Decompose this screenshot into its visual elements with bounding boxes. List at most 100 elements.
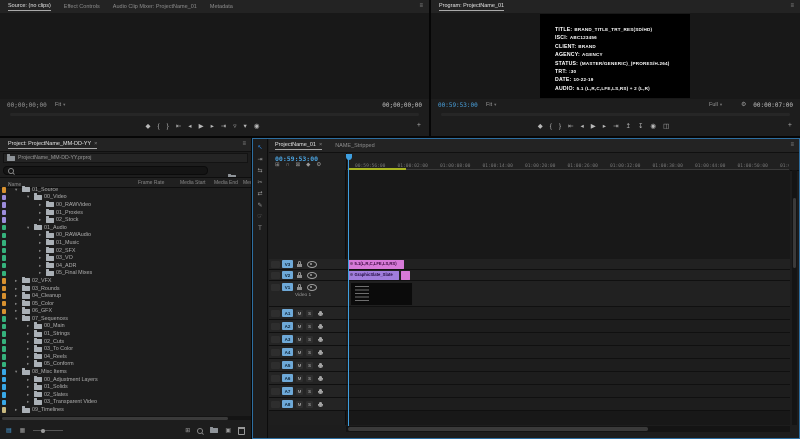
audio-track-header[interactable]: A2 M S	[269, 320, 346, 333]
automate-to-sequence-button[interactable]: ⊞	[185, 427, 190, 434]
project-hscrollbar[interactable]	[0, 416, 251, 420]
track-target[interactable]: A7	[282, 387, 293, 395]
bin-row[interactable]: ▾ 08_Misc Items	[0, 368, 251, 376]
tab-audio-clip-mixer[interactable]: Audio Clip Mixer: ProjectName_01	[113, 4, 197, 10]
source-patch-cell[interactable]	[271, 261, 280, 268]
bin-row[interactable]: ▾ 07_Sequences	[0, 315, 251, 323]
source-patch-cell[interactable]	[271, 310, 280, 317]
step-forward-button[interactable]: ▸	[603, 124, 606, 131]
mark-in-button[interactable]: {	[550, 124, 552, 131]
play-button[interactable]: ▶	[199, 124, 204, 131]
audio-track-header[interactable]: A8 M S	[269, 398, 346, 411]
panel-menu-icon[interactable]: ≡	[242, 141, 246, 147]
track-header-v3[interactable]: V3	[269, 259, 346, 270]
hand-tool[interactable]: ☞	[257, 214, 262, 220]
audio-lane[interactable]	[346, 398, 790, 411]
track-target[interactable]: A6	[282, 374, 293, 382]
bin-row[interactable]: ▸ 02_VFX	[0, 277, 251, 285]
mute-button[interactable]: M	[296, 336, 303, 343]
button-editor-icon[interactable]: +	[417, 122, 421, 129]
source-patch-cell[interactable]	[271, 272, 280, 279]
audio-lane[interactable]	[346, 346, 790, 359]
bin-row[interactable]: ▾ 00_Video	[0, 194, 251, 202]
play-button[interactable]: ▶	[591, 124, 596, 131]
bin-twisty-icon[interactable]: ▸	[27, 323, 32, 329]
ripple-edit-tool[interactable]: ⇆	[257, 168, 262, 174]
playhead-line[interactable]	[348, 154, 349, 426]
step-back-button[interactable]: ◂	[581, 124, 584, 131]
bin-twisty-icon[interactable]: ▸	[27, 354, 32, 360]
track-target[interactable]: A5	[282, 361, 293, 369]
lock-icon[interactable]	[297, 275, 302, 279]
go-to-out-button[interactable]: ⇥	[221, 124, 226, 131]
solo-button[interactable]: S	[306, 375, 313, 382]
toggle-track-output-icon[interactable]	[307, 284, 317, 291]
playback-resolution-select[interactable]: Full	[709, 102, 722, 108]
tab-sequence-projectname-01[interactable]: ProjectName_01×	[275, 142, 322, 150]
extract-button[interactable]: ↧	[638, 124, 643, 131]
delete-button[interactable]	[238, 427, 245, 435]
audio-lane[interactable]	[346, 320, 790, 333]
bin-twisty-icon[interactable]: ▾	[15, 369, 20, 375]
comparison-view-button[interactable]: ◫	[663, 124, 669, 131]
close-tab-icon[interactable]: ×	[319, 142, 322, 148]
audio-track-header[interactable]: A1 M S	[269, 307, 346, 320]
bin-row[interactable]: ▾ 01_Source	[0, 186, 251, 194]
mute-button[interactable]: M	[296, 375, 303, 382]
mark-out-button[interactable]: }	[167, 124, 169, 131]
bin-twisty-icon[interactable]: ▸	[27, 384, 32, 390]
bin-row[interactable]: ▸ 01_Proxies	[0, 209, 251, 217]
voiceover-record-icon[interactable]	[319, 350, 322, 354]
mute-button[interactable]: M	[296, 362, 303, 369]
audio-lane[interactable]	[346, 372, 790, 385]
bin-twisty-icon[interactable]: ▸	[27, 377, 32, 383]
track-target[interactable]: A1	[282, 309, 293, 317]
time-ruler[interactable]: 00:59:56:0001:00:02:0001:00:08:0001:00:1…	[346, 153, 789, 170]
track-target[interactable]: A8	[282, 400, 293, 408]
source-zoom-select[interactable]: Fit	[55, 102, 65, 108]
snap-toggle-icon[interactable]: ∩	[286, 163, 290, 169]
track-target-v3[interactable]: V3	[282, 260, 293, 268]
program-zoom-scrollbar[interactable]	[441, 113, 790, 116]
bin-row[interactable]: ▸ 02_SFX	[0, 247, 251, 255]
export-frame-button[interactable]: ◉	[254, 124, 260, 131]
voiceover-record-icon[interactable]	[319, 324, 322, 328]
step-forward-button[interactable]: ▸	[211, 124, 214, 131]
solo-button[interactable]: S	[306, 401, 313, 408]
timeline-hscrollbar[interactable]	[346, 426, 790, 432]
tab-effect-controls[interactable]: Effect Controls	[64, 4, 100, 10]
source-patch-cell[interactable]	[271, 349, 280, 356]
clip-short-graphic[interactable]	[401, 271, 410, 280]
track-target[interactable]: A2	[282, 322, 293, 330]
audio-lane[interactable]	[346, 359, 790, 372]
bin-twisty-icon[interactable]: ▸	[27, 331, 32, 337]
linked-selection-icon[interactable]: ⊠	[296, 163, 301, 169]
search-input[interactable]	[3, 166, 208, 175]
lock-icon[interactable]	[297, 264, 302, 268]
bin-twisty-icon[interactable]: ▸	[39, 248, 44, 254]
source-patch-cell[interactable]	[271, 401, 280, 408]
insert-button[interactable]: ▿	[233, 124, 236, 131]
solo-button[interactable]: S	[306, 310, 313, 317]
voiceover-record-icon[interactable]	[319, 389, 322, 393]
tab-project[interactable]: Project: ProjectName_MM-DD-YY×	[8, 141, 97, 149]
tab-source[interactable]: Source: (no clips)	[8, 3, 51, 11]
mute-button[interactable]: M	[296, 349, 303, 356]
bin-twisty-icon[interactable]: ▸	[27, 339, 32, 345]
bin-twisty-icon[interactable]: ▸	[27, 399, 32, 405]
step-back-button[interactable]: ◂	[188, 124, 191, 131]
track-header-v2[interactable]: V2	[269, 270, 346, 281]
bin-row[interactable]: ▾ 01_Audio	[0, 224, 251, 232]
bin-row[interactable]: ▸ 04_Cleanup	[0, 292, 251, 300]
go-to-out-button[interactable]: ⇥	[613, 124, 618, 131]
source-patch-cell[interactable]	[271, 336, 280, 343]
bin-twisty-icon[interactable]: ▸	[15, 293, 20, 299]
scrollbar-thumb[interactable]	[793, 198, 796, 268]
audio-lane[interactable]	[346, 307, 790, 320]
new-item-button[interactable]: ▣	[225, 427, 231, 434]
clip-slate-audio-tag[interactable]: 5.1(L,R,C,LFE,LS,RS)	[348, 260, 404, 269]
track-select-forward-tool[interactable]: ⇥	[257, 157, 262, 163]
bin-twisty-icon[interactable]: ▸	[15, 407, 20, 413]
bin-twisty-icon[interactable]: ▸	[39, 202, 44, 208]
scrollbar-thumb[interactable]	[348, 427, 648, 431]
